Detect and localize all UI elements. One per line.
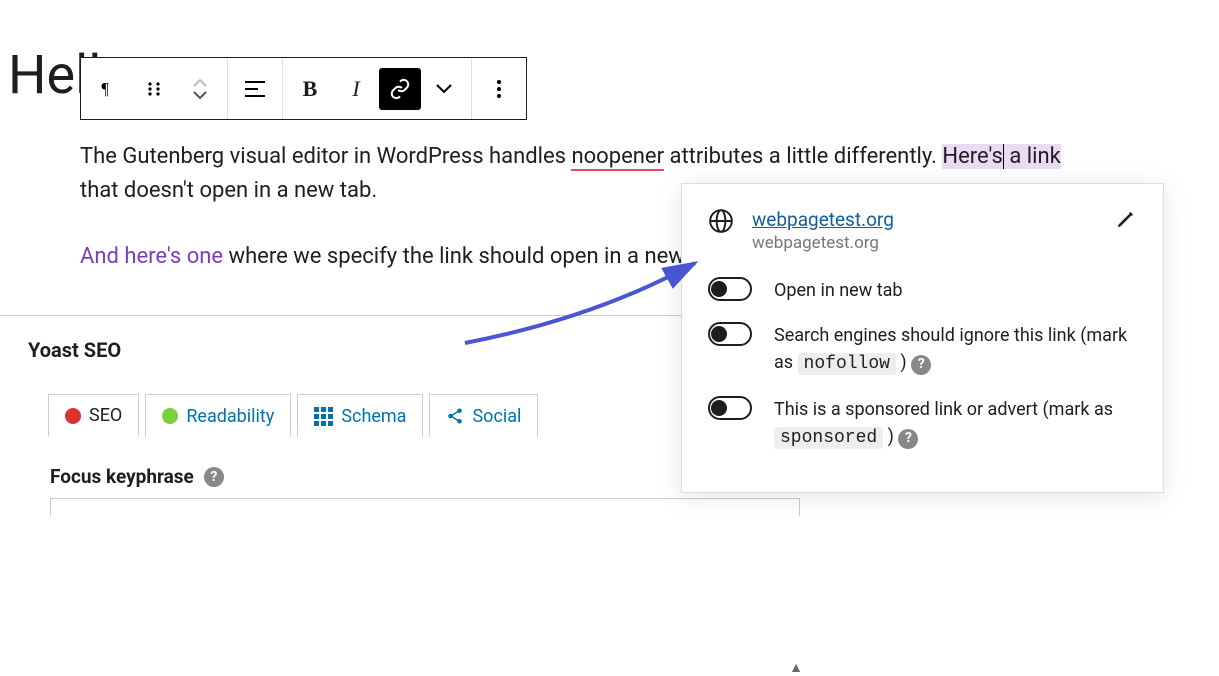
text: that doesn't open in a new tab. [80,178,377,203]
nofollow-label: Search engines should ignore this link (… [774,322,1137,378]
selected-link-text[interactable]: a link [1004,144,1061,169]
text: This is a sponsored link or advert (mark… [774,399,1113,420]
collapse-caret-icon[interactable]: ▲ [789,659,803,676]
more-richtext-button[interactable] [421,66,467,112]
tab-label: Social [472,406,521,427]
visited-link[interactable]: And here's one [80,244,223,269]
grid-icon [314,407,333,426]
sponsored-label: This is a sponsored link or advert (mark… [774,396,1137,452]
help-icon[interactable]: ? [911,355,931,375]
link-url-sub: webpagetest.org [752,233,894,253]
focus-keyphrase-input[interactable] [50,498,800,516]
open-new-tab-label: Open in new tab [774,277,903,304]
code-text: sponsored [774,427,883,449]
edit-link-button[interactable] [1115,208,1137,236]
italic-button[interactable]: I [333,66,379,112]
link-url[interactable]: webpagetest.org [752,208,894,231]
selected-link-text[interactable]: Here's [942,144,1003,169]
help-icon[interactable]: ? [204,467,224,487]
tab-label: Schema [341,406,406,427]
status-dot-icon [65,408,81,424]
block-more-button[interactable] [476,66,522,112]
text: ) [883,426,894,447]
svg-text:¶: ¶ [101,79,109,98]
nofollow-toggle[interactable] [708,322,752,346]
globe-icon [708,208,734,238]
block-toolbar: ¶ B I [80,57,527,120]
link-button[interactable] [379,68,421,110]
text: attributes a little differently. [664,144,942,169]
tab-social[interactable]: Social [429,394,538,437]
smiley-icon [162,408,178,424]
text: The Gutenberg visual editor in WordPress… [80,144,571,169]
tab-readability[interactable]: Readability [145,394,291,437]
text: ) [896,352,907,373]
link-settings-popover: webpagetest.org webpagetest.org Open in … [681,183,1164,493]
code-text: nofollow [798,353,896,375]
move-up-down-button[interactable] [177,66,223,112]
text: where we specify the link should open in… [223,244,728,269]
block-type-button[interactable]: ¶ [85,66,131,112]
share-icon [446,407,464,425]
tab-label: Readability [186,406,274,427]
drag-handle-icon[interactable] [131,66,177,112]
tab-schema[interactable]: Schema [297,394,423,437]
bold-button[interactable]: B [287,66,333,112]
help-icon[interactable]: ? [898,429,918,449]
tab-label: SEO [89,405,122,426]
align-button[interactable] [232,66,278,112]
open-new-tab-toggle[interactable] [708,277,752,301]
spellcheck-underline: noopener [571,144,664,171]
sponsored-toggle[interactable] [708,396,752,420]
tab-seo[interactable]: SEO [48,394,139,437]
label-text: Focus keyphrase [50,465,194,488]
